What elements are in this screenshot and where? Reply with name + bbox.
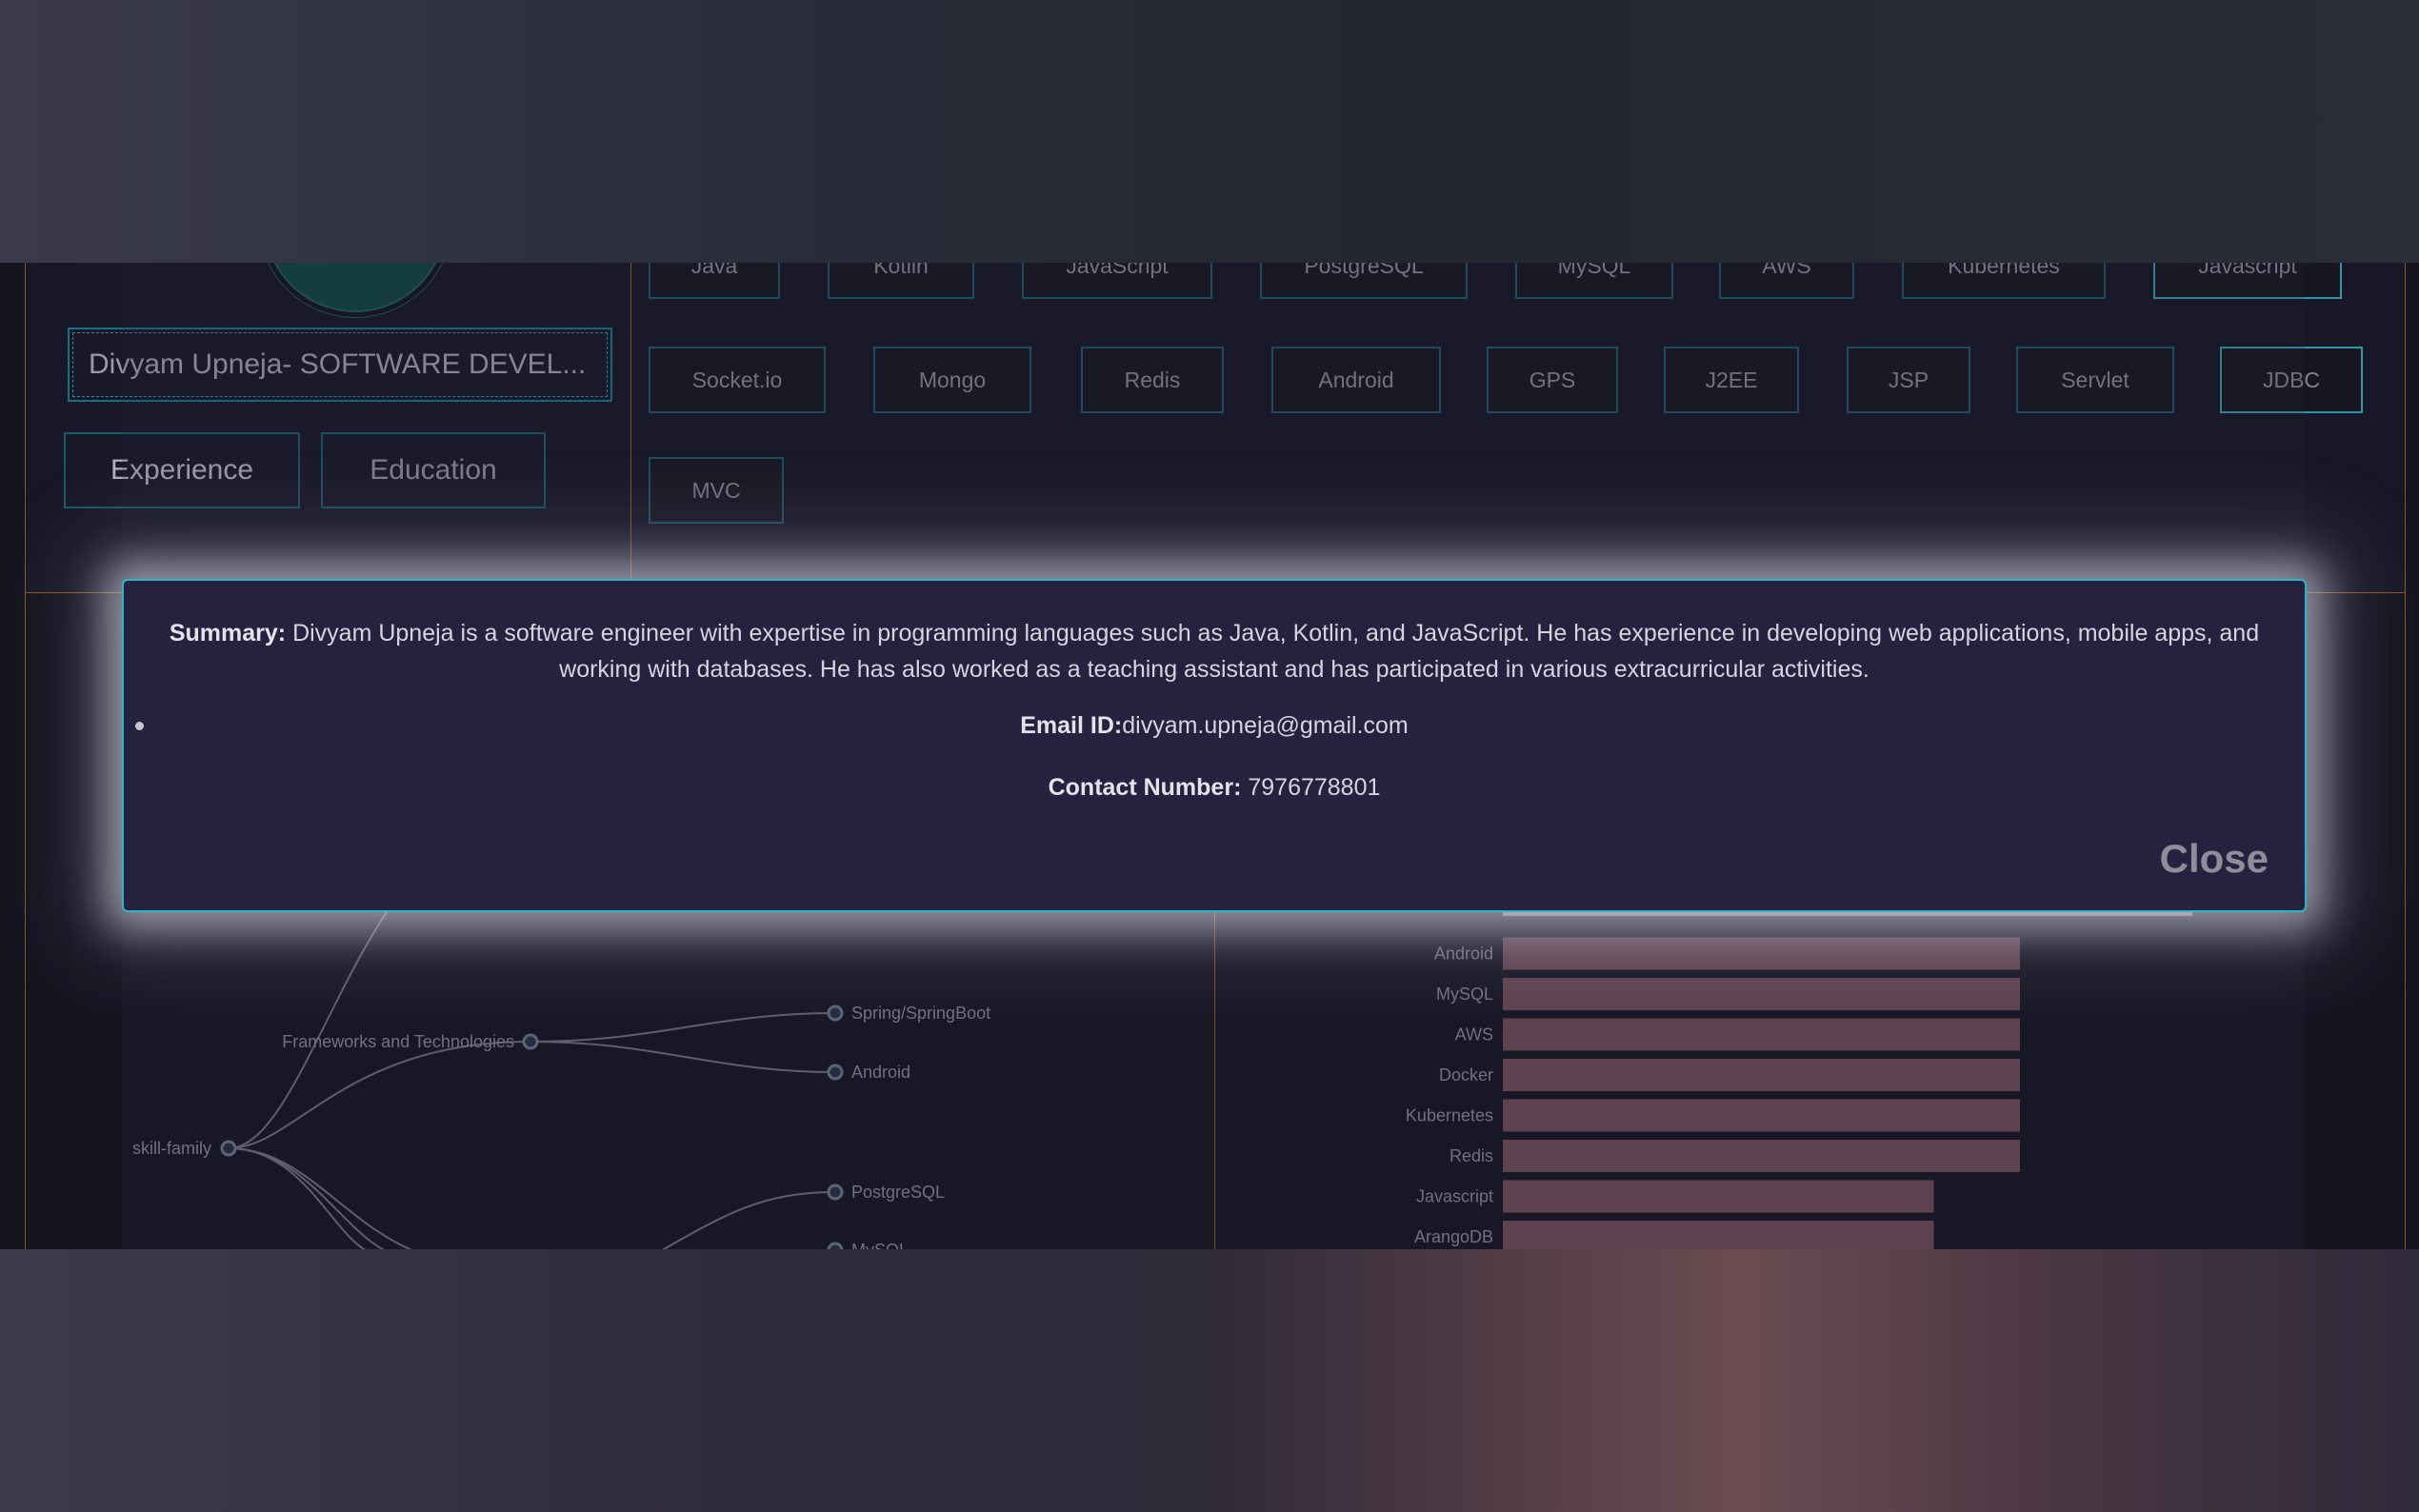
contact-value: 7976778801 xyxy=(1241,774,1381,801)
email-line: Email ID:divyam.upneja@gmail.com xyxy=(124,712,2305,740)
blurred-background-bottom xyxy=(0,1249,2419,1512)
profile-summary-modal: Summary: Divyam Upneja is a software eng… xyxy=(122,579,2307,912)
email-value[interactable]: divyam.upneja@gmail.com xyxy=(1122,712,1409,739)
close-button[interactable]: Close xyxy=(2160,836,2269,882)
contact-line: Contact Number: 7976778801 xyxy=(124,774,2305,802)
email-label: Email ID: xyxy=(1020,712,1123,739)
contact-label: Contact Number: xyxy=(1048,774,1242,801)
summary-text: Summary: Divyam Upneja is a software eng… xyxy=(162,615,2267,687)
blurred-background-top xyxy=(0,0,2419,263)
summary-body: Divyam Upneja is a software engineer wit… xyxy=(286,620,2260,683)
summary-label: Summary: xyxy=(169,620,287,647)
